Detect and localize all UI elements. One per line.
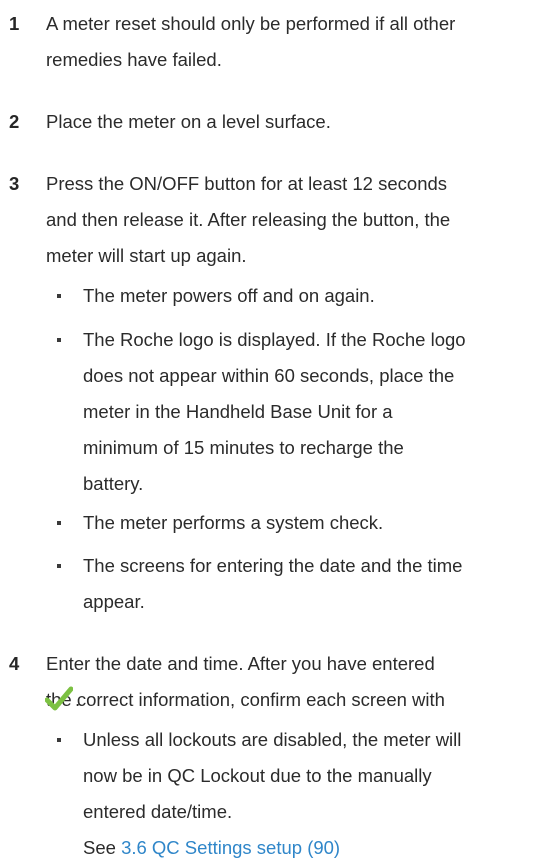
bullet-marker: [57, 521, 61, 525]
step-text: A meter reset should only be performed i…: [46, 6, 556, 78]
text-line: entered date/time.: [83, 801, 233, 822]
text-line: Enter the date and time. After you have …: [46, 653, 435, 674]
text-line: The meter performs a system check.: [83, 512, 384, 533]
step-text: Press the ON/OFF button for at least 12 …: [46, 166, 556, 274]
step-text: Enter the date and time. After you have …: [46, 646, 556, 718]
text-line: does not appear within 60 seconds, place…: [83, 365, 455, 386]
step-number: 2: [9, 111, 20, 132]
text-line: Place the meter on a level surface.: [46, 111, 331, 132]
bullet-marker: [57, 294, 61, 298]
confirm-suffix: .: [75, 689, 81, 710]
bullet-text: The Roche logo is displayed. If the Roch…: [83, 322, 558, 502]
text-line: The meter powers off and on again.: [83, 285, 375, 306]
text-line: appear.: [83, 591, 145, 612]
bullet-text: Unless all lockouts are disabled, the me…: [83, 722, 558, 866]
see-reference: See 3.6 QC Settings setup (90): [83, 830, 558, 866]
see-prefix: See: [83, 837, 122, 858]
text-line: battery.: [83, 473, 144, 494]
text-line: Press the ON/OFF button for at least 12 …: [46, 173, 448, 194]
text-line: The Roche logo is displayed. If the Roch…: [83, 329, 466, 350]
bullet-marker: [57, 564, 61, 568]
text-line: Unless all lockouts are disabled, the me…: [83, 729, 462, 750]
instruction-page: 1 A meter reset should only be performed…: [0, 0, 558, 858]
text-line: The screens for entering the date and th…: [83, 555, 463, 576]
bullet-marker: [57, 738, 61, 742]
bullet-text: The meter powers off and on again.: [83, 278, 558, 314]
bullet-text: The meter performs a system check.: [83, 505, 558, 541]
text-line: minimum of 15 minutes to recharge the: [83, 437, 404, 458]
text-line: and then release it. After releasing the…: [46, 209, 451, 230]
qc-settings-link[interactable]: 3.6 QC Settings setup (90): [121, 837, 340, 858]
bullet-marker: [57, 338, 61, 342]
step-text: Place the meter on a level surface.: [46, 104, 556, 140]
step-number: 3: [9, 173, 20, 194]
text-line: now be in QC Lockout due to the manually: [83, 765, 432, 786]
bullet-text: The screens for entering the date and th…: [83, 548, 558, 620]
text-line: A meter reset should only be performed i…: [46, 13, 456, 34]
step-number: 4: [9, 653, 20, 674]
text-line: meter in the Handheld Base Unit for a: [83, 401, 393, 422]
text-line: the correct information, confirm each sc…: [46, 689, 445, 710]
checkmark-icon: [45, 686, 73, 711]
text-line: meter will start up again.: [46, 245, 247, 266]
step-number: 1: [9, 13, 20, 34]
text-line: remedies have failed.: [46, 49, 222, 70]
